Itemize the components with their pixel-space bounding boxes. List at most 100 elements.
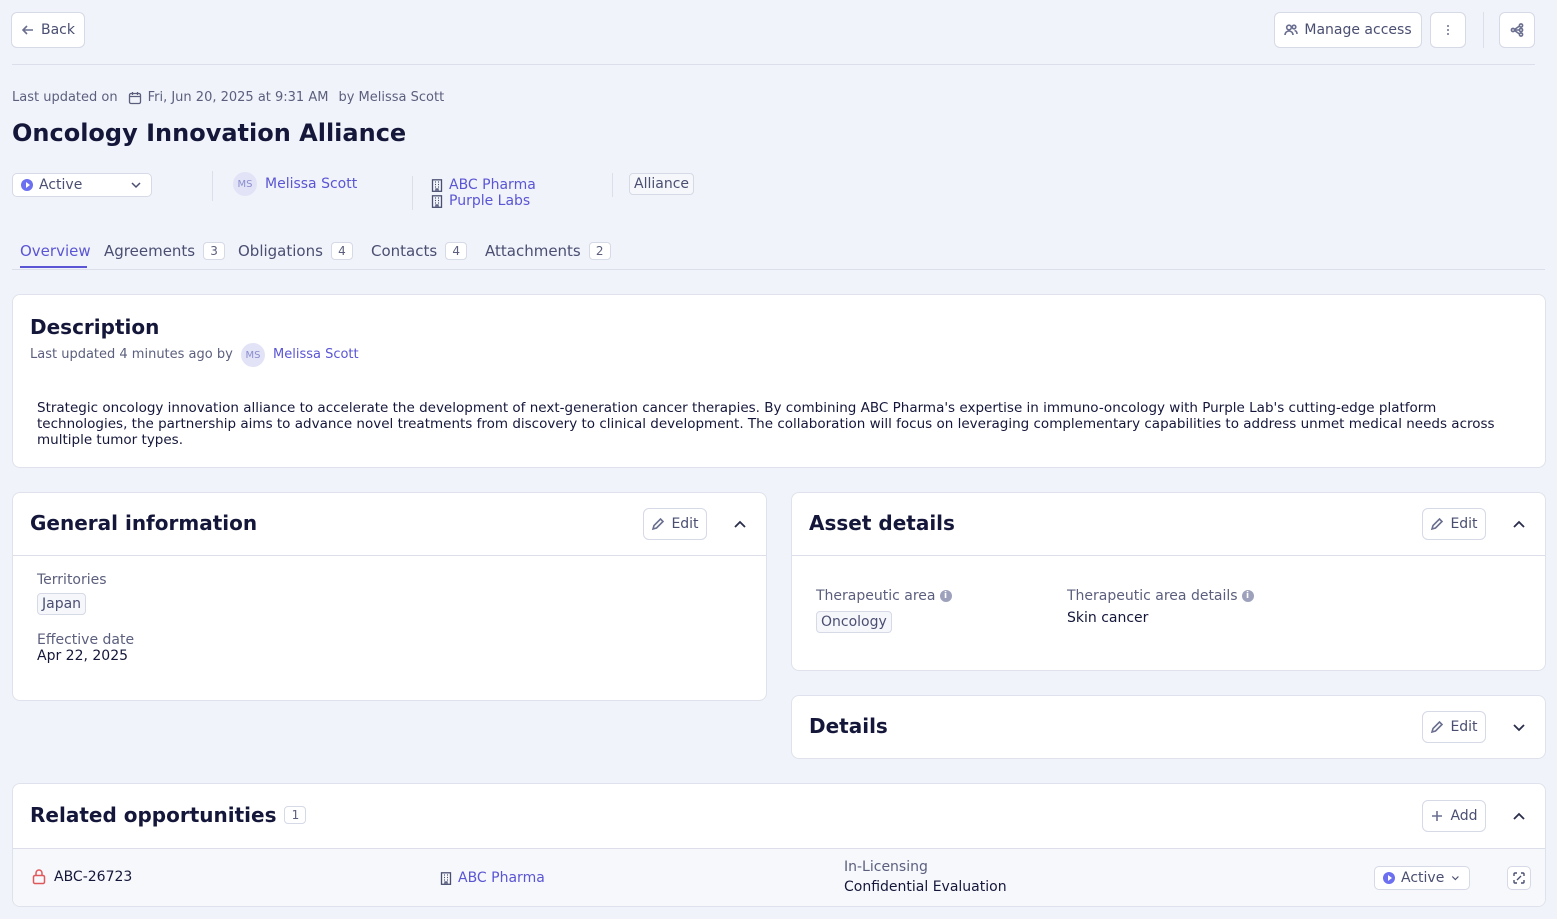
- status-active-icon: [21, 179, 33, 191]
- chevron-down-icon: [1452, 876, 1460, 881]
- last-updated-meta: Last updated on Fri, Jun 20, 2025 at 9:3…: [12, 90, 444, 105]
- header-separator: [12, 64, 1535, 65]
- tab-obligations[interactable]: Obligations 4: [238, 242, 353, 260]
- related-opportunities-card: Related opportunities 1 Add ABC-26723 AB…: [12, 783, 1546, 907]
- related-opportunities-title: Related opportunities 1: [30, 803, 307, 827]
- description-updated-avatar: MS: [241, 343, 265, 367]
- general-info-title: General information: [30, 511, 258, 535]
- effective-date-value: Apr 22, 2025: [37, 648, 129, 664]
- add-opportunity-button[interactable]: Add: [1422, 800, 1486, 832]
- company-name: ABC Pharma: [458, 870, 545, 886]
- summary-divider-3: [612, 173, 613, 197]
- owner-link[interactable]: Melissa Scott: [265, 176, 357, 192]
- tab-attachments[interactable]: Attachments 2: [485, 242, 611, 260]
- tab-active-indicator: [20, 266, 87, 268]
- summary-divider-1: [212, 171, 213, 201]
- description-title: Description: [30, 315, 160, 339]
- asset-details-edit-button[interactable]: Edit: [1422, 508, 1486, 540]
- edit-label: Edit: [1450, 516, 1478, 532]
- edit-label: Edit: [1450, 719, 1478, 735]
- network-button[interactable]: [1499, 12, 1535, 48]
- tab-contacts[interactable]: Contacts 4: [371, 242, 468, 260]
- more-vertical-icon: [1447, 25, 1449, 35]
- chevron-up-icon: [734, 520, 746, 528]
- therapeutic-area-tag: Oncology: [816, 611, 892, 633]
- details-card: Details Edit: [791, 695, 1546, 759]
- details-title: Details: [809, 714, 888, 738]
- pencil-icon: [652, 517, 665, 531]
- pencil-icon: [1431, 517, 1444, 531]
- territories-label: Territories: [37, 572, 107, 588]
- description-body: Strategic oncology innovation alliance t…: [37, 400, 1495, 448]
- owner-avatar: MS: [233, 172, 257, 196]
- opportunity-id: ABC-26723: [54, 869, 133, 885]
- description-updated-prefix: Last updated 4 minutes ago by: [30, 347, 233, 362]
- edit-label: Edit: [671, 516, 699, 532]
- building-icon: [440, 871, 452, 885]
- therapeutic-area-details-label: Therapeutic area details i: [1067, 588, 1254, 604]
- info-icon[interactable]: i: [1241, 590, 1254, 602]
- tab-count: 2: [588, 242, 611, 260]
- arrow-left-icon: [21, 25, 33, 35]
- last-updated-prefix: Last updated on: [12, 90, 118, 105]
- related-opportunities-collapse-button[interactable]: [1511, 808, 1527, 824]
- tab-overview[interactable]: Overview: [20, 242, 91, 260]
- last-updated-date: Fri, Jun 20, 2025 at 9:31 AM: [147, 90, 329, 105]
- lock-icon: [32, 869, 46, 885]
- pencil-icon: [1431, 720, 1444, 734]
- related-opportunities-title-text: Related opportunities: [30, 803, 277, 827]
- details-edit-button[interactable]: Edit: [1422, 711, 1486, 743]
- network-icon: [1510, 23, 1524, 37]
- tab-label: Overview: [20, 242, 91, 260]
- more-options-button[interactable]: [1430, 12, 1466, 48]
- territory-tag: Japan: [37, 593, 87, 615]
- chevron-down-icon: [1513, 724, 1525, 732]
- tab-agreements[interactable]: Agreements 3: [104, 242, 226, 260]
- company-name: ABC Pharma: [449, 177, 536, 193]
- therapeutic-area-label-text: Therapeutic area: [816, 588, 936, 604]
- opportunity-subtitle: Confidential Evaluation: [844, 879, 1007, 895]
- last-updated-by: by Melissa Scott: [338, 90, 445, 105]
- tabs-separator: [12, 269, 1545, 270]
- description-updated-link[interactable]: Melissa Scott: [273, 347, 359, 362]
- status-value: Active: [39, 177, 83, 193]
- building-icon: [431, 178, 443, 192]
- company-name: Purple Labs: [449, 193, 531, 209]
- manage-access-label: Manage access: [1304, 22, 1412, 38]
- tab-label: Contacts: [371, 242, 438, 260]
- add-label: Add: [1450, 808, 1478, 824]
- company-link-abc-pharma[interactable]: ABC Pharma: [431, 177, 536, 193]
- general-info-collapse-button[interactable]: [732, 516, 748, 532]
- tab-label: Attachments: [485, 242, 581, 260]
- manage-access-button[interactable]: Manage access: [1274, 12, 1422, 48]
- page-title: Oncology Innovation Alliance: [12, 119, 407, 147]
- therapeutic-area-details-value: Skin cancer: [1067, 610, 1149, 626]
- info-icon[interactable]: i: [939, 590, 952, 602]
- tab-label: Obligations: [238, 242, 323, 260]
- tab-count: 4: [445, 242, 468, 260]
- back-button[interactable]: Back: [11, 12, 85, 48]
- type-tag: Alliance: [629, 173, 695, 195]
- status-active-icon: [1383, 872, 1395, 884]
- asset-details-separator: [792, 555, 1545, 556]
- summary-divider-2: [412, 176, 413, 210]
- status-select[interactable]: Active: [12, 173, 152, 197]
- calendar-icon: [128, 91, 141, 104]
- asset-details-card: Asset details Edit Therapeutic area i Onc…: [791, 492, 1546, 671]
- chevron-up-icon: [1513, 812, 1525, 820]
- asset-details-collapse-button[interactable]: [1511, 516, 1527, 532]
- details-expand-button[interactable]: [1511, 719, 1527, 735]
- opportunity-company-link[interactable]: ABC Pharma: [440, 870, 545, 886]
- general-info-edit-button[interactable]: Edit: [643, 508, 707, 540]
- unlink-button[interactable]: [1507, 866, 1531, 890]
- header-divider: [1483, 12, 1484, 48]
- asset-details-title: Asset details: [809, 511, 955, 535]
- general-info-separator: [13, 555, 766, 556]
- therapeutic-area-label: Therapeutic area i: [816, 588, 952, 604]
- related-opportunities-count: 1: [284, 806, 307, 824]
- opportunity-status-select[interactable]: Active: [1374, 866, 1470, 890]
- general-info-card: General information Edit Territories Jap…: [12, 492, 767, 701]
- building-icon: [431, 194, 443, 208]
- table-row[interactable]: ABC-26723 ABC Pharma In-Licensing Confid…: [13, 849, 1545, 906]
- company-link-purple-labs[interactable]: Purple Labs: [431, 193, 530, 209]
